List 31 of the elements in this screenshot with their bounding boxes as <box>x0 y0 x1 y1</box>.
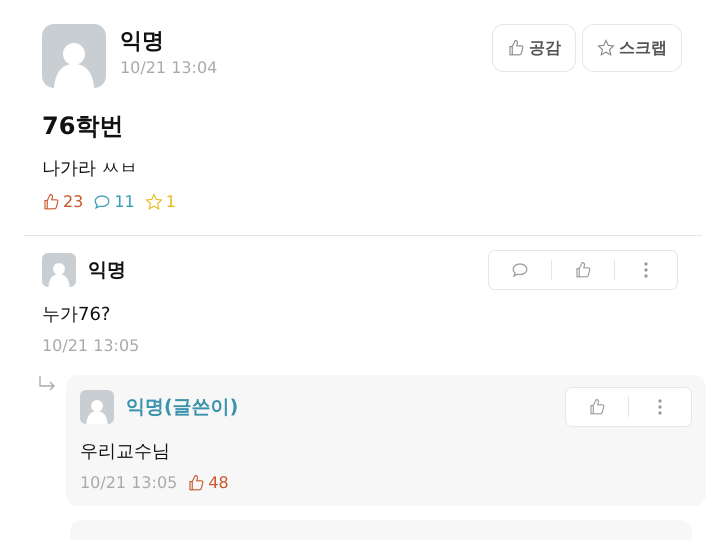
avatar-icon <box>42 253 76 287</box>
star-icon <box>144 192 163 210</box>
like-count: 23 <box>63 192 84 211</box>
post-time: 10/21 13:04 <box>120 58 218 77</box>
comment-time: 10/21 13:05 <box>42 336 140 355</box>
comment-time: 10/21 13:05 <box>80 473 178 492</box>
comment-text: 누가76? <box>42 303 112 326</box>
scrap-count: 1 <box>166 192 176 211</box>
avatar-icon <box>42 24 106 88</box>
more-icon <box>658 399 662 415</box>
speech-bubble-icon <box>511 261 529 279</box>
comment-count: 11 <box>114 192 135 211</box>
like-count: 48 <box>208 473 229 492</box>
more-icon <box>644 262 648 278</box>
like-button[interactable]: 공감 <box>492 24 576 72</box>
post-author: 익명 <box>120 28 165 56</box>
thumbs-up-icon <box>507 39 525 57</box>
scrap-button[interactable]: 스크랩 <box>582 24 682 72</box>
avatar-icon <box>80 390 114 424</box>
comment-author: 익명(글쓴이) <box>126 395 238 420</box>
thumbs-up-icon <box>574 261 592 279</box>
reply-arrow-icon <box>38 375 56 391</box>
comment-author: 익명 <box>88 258 126 283</box>
thumbs-up-icon <box>187 474 206 492</box>
star-icon <box>597 39 615 57</box>
thumbs-up-icon <box>588 398 606 416</box>
post-title: 76학번 <box>42 111 124 142</box>
comment-text: 우리교수님 <box>80 440 171 463</box>
post-text: 나가라 ㅆㅂ <box>42 157 139 180</box>
thumbs-up-icon <box>42 192 60 210</box>
speech-bubble-icon <box>93 192 112 210</box>
